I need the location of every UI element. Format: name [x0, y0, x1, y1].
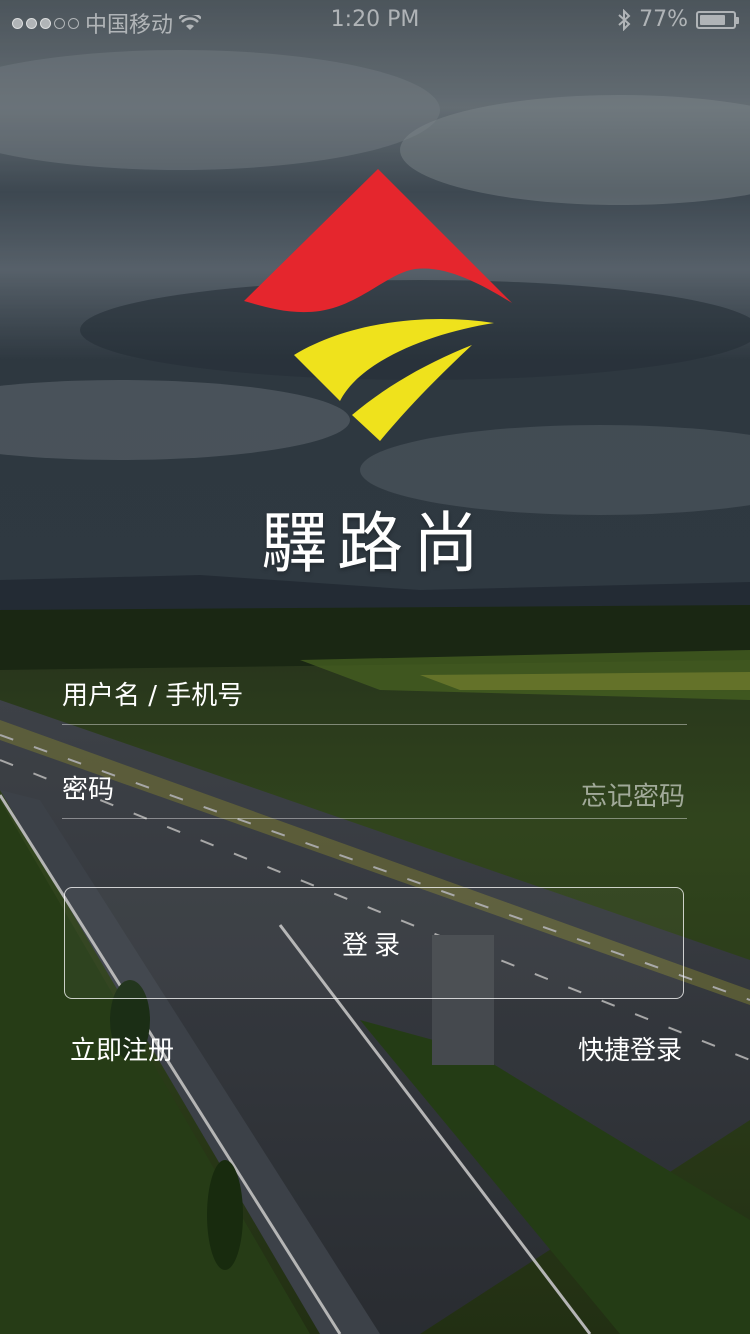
battery-percent: 77% [639, 7, 688, 32]
battery-level [700, 14, 725, 25]
bluetooth-icon [618, 8, 631, 31]
username-field [62, 668, 687, 725]
logo-roof-shape [244, 169, 512, 313]
brand-name: 驛路尚 [261, 505, 489, 582]
password-field: 忘记密码 [62, 762, 687, 819]
quick-login-link[interactable]: 快捷登录 [578, 1030, 682, 1067]
brand-logo [244, 169, 512, 441]
register-link[interactable]: 立即注册 [70, 1030, 174, 1067]
login-screen: 中国移动 1:20 PM 77% 驛路尚 忘记密码 [0, 0, 750, 1334]
status-bar: 中国移动 1:20 PM 77% [0, 0, 750, 40]
status-right: 77% [617, 7, 739, 32]
battery-icon [696, 10, 739, 29]
forgot-password-link[interactable]: 忘记密码 [581, 776, 685, 813]
password-input[interactable] [62, 762, 542, 818]
username-input[interactable] [62, 668, 542, 724]
login-button[interactable]: 登录 [64, 887, 684, 999]
